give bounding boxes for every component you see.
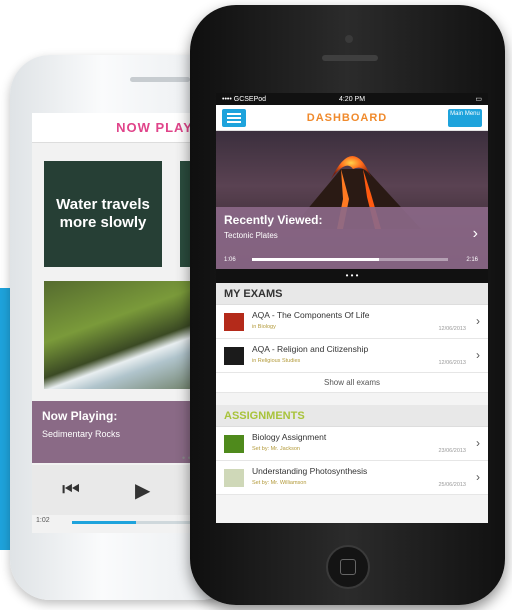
status-bar: •••• GCSEPod 4:20 PM ▭ xyxy=(216,93,488,105)
assignment-title: Understanding Photosynthesis xyxy=(252,466,368,476)
chevron-right-icon: › xyxy=(476,348,480,362)
menu-icon[interactable] xyxy=(222,108,246,127)
now-playing-title: NOW PLAY xyxy=(116,120,193,135)
battery-icon: ▭ xyxy=(475,96,483,103)
exam-title: AQA - The Components Of Life xyxy=(252,310,370,320)
recently-viewed-overlay: Recently Viewed: Tectonic Plates › 1:06 … xyxy=(216,207,488,269)
main-menu-button[interactable]: Main Menu xyxy=(448,108,482,127)
assignment-date: 23/06/2013 xyxy=(438,448,466,454)
recently-viewed-label: Recently Viewed: xyxy=(224,213,323,227)
carrier-label: •••• GCSEPod xyxy=(222,95,267,103)
carousel-dots: • • • xyxy=(216,269,488,283)
exam-row[interactable]: AQA - Religion and Citizenship in Religi… xyxy=(216,339,488,373)
exam-thumbnail xyxy=(224,313,244,331)
front-camera xyxy=(345,35,353,43)
app-bar: DASHBOARD Main Menu xyxy=(216,105,488,131)
exam-date: 12/06/2013 xyxy=(438,360,466,366)
show-all-exams-link[interactable]: Show all exams xyxy=(216,373,488,393)
assignments-heading: ASSIGNMENTS xyxy=(216,405,488,427)
progress-fill xyxy=(72,521,136,524)
chevron-right-icon: › xyxy=(476,314,480,328)
chevron-right-icon: › xyxy=(476,436,480,450)
progress-fill xyxy=(252,258,380,261)
exams-heading: MY EXAMS xyxy=(216,283,488,305)
home-button-icon xyxy=(340,559,356,575)
exam-thumbnail xyxy=(224,347,244,365)
play-icon[interactable]: ▶ xyxy=(135,478,150,503)
total-time: 2:16 xyxy=(466,257,478,263)
assignment-title: Biology Assignment xyxy=(252,432,327,442)
assignment-row[interactable]: Understanding Photosynthesis Set by: Mr.… xyxy=(216,461,488,495)
previous-track-icon[interactable]: ⏮ xyxy=(62,479,80,502)
fact-card[interactable]: Water travels more slowly xyxy=(44,161,162,267)
recently-viewed-item: Tectonic Plates xyxy=(224,231,278,240)
status-clock: 4:20 PM xyxy=(338,95,366,103)
elapsed-time: 1:06 xyxy=(224,257,236,263)
exam-title: AQA - Religion and Citizenship xyxy=(252,344,369,354)
product-showcase: NOW PLAY Water travels more slowly Now P… xyxy=(0,0,512,610)
assignment-row[interactable]: Biology Assignment Set by: Mr. Jackson 2… xyxy=(216,427,488,461)
elapsed-time: 1:02 xyxy=(36,517,50,524)
recently-viewed-hero[interactable]: Recently Viewed: Tectonic Plates › 1:06 … xyxy=(216,131,488,269)
assignment-thumbnail xyxy=(224,469,244,487)
assignment-thumbnail xyxy=(224,435,244,453)
page-title: DASHBOARD xyxy=(306,111,388,124)
earpiece-speaker xyxy=(322,55,378,61)
section-spacer xyxy=(216,393,488,405)
assignment-date: 25/06/2013 xyxy=(438,482,466,488)
dashboard-screen: •••• GCSEPod 4:20 PM ▭ DASHBOARD Main Me… xyxy=(216,93,488,523)
chevron-right-icon[interactable]: › xyxy=(473,225,478,243)
exam-date: 12/06/2013 xyxy=(438,326,466,332)
white-phone-speaker xyxy=(130,77,190,82)
exam-row[interactable]: AQA - The Components Of Life in Biology … xyxy=(216,305,488,339)
chevron-right-icon: › xyxy=(476,470,480,484)
progress-track[interactable] xyxy=(252,258,448,261)
